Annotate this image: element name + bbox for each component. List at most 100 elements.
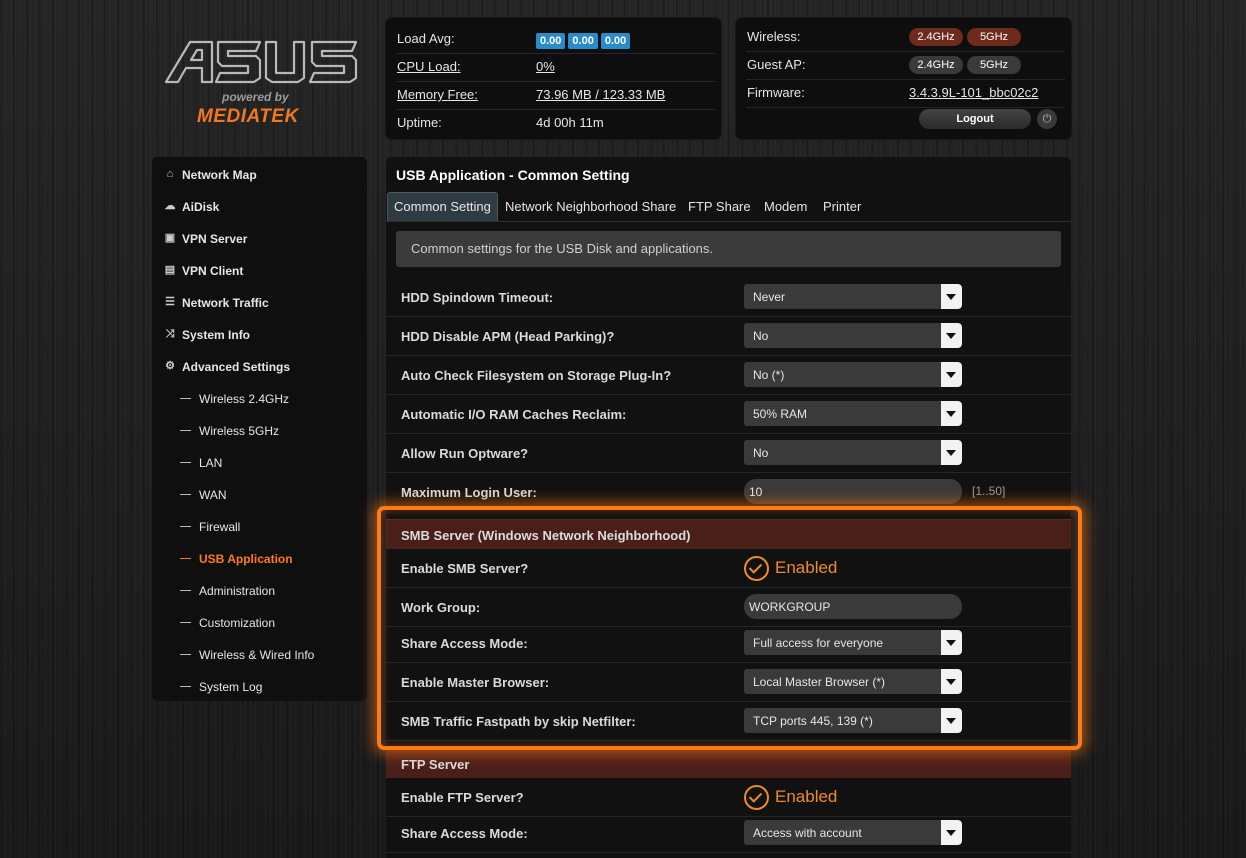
hdd-spindown-select[interactable]: Never bbox=[744, 284, 962, 309]
tab-printer[interactable]: Printer bbox=[817, 194, 867, 220]
sidebar-subitem-usb-application[interactable]: USB Application bbox=[152, 543, 367, 573]
smb-fastpath-label: SMB Traffic Fastpath by skip Netfilter: bbox=[401, 714, 636, 729]
sidebar-item-vpn-server[interactable]: ▣ VPN Server bbox=[152, 223, 367, 253]
max-login-label: Maximum Login User: bbox=[401, 485, 537, 500]
hdd-spindown-label: HDD Spindown Timeout: bbox=[401, 290, 554, 305]
auto-check-fs-label: Auto Check Filesystem on Storage Plug-In… bbox=[401, 368, 672, 383]
ftp-access-value: Access with account bbox=[753, 826, 862, 840]
sidebar-item-vpn-client[interactable]: ▤ VPN Client bbox=[152, 255, 367, 285]
sidebar-subitem-customization[interactable]: Customization bbox=[152, 607, 367, 637]
load-avg-values: 0.00 0.00 0.00 bbox=[536, 32, 633, 49]
smb-master-browser-value: Local Master Browser (*) bbox=[753, 675, 886, 689]
page-description: Common settings for the USB Disk and app… bbox=[396, 231, 1061, 267]
guest-5ghz-toggle[interactable]: 5GHz bbox=[967, 56, 1021, 74]
sidebar-subitem-firewall[interactable]: Firewall bbox=[152, 511, 367, 541]
asus-logo: powered by MEDIATEK bbox=[160, 38, 365, 134]
chevron-down-icon bbox=[941, 669, 962, 694]
tab-modem[interactable]: Modem bbox=[758, 194, 813, 220]
sidebar-subitem-wireless-wired-info[interactable]: Wireless & Wired Info bbox=[152, 639, 367, 669]
sidebar-subitem-wireless-5ghz[interactable]: Wireless 5GHz bbox=[152, 415, 367, 445]
smb-fastpath-select[interactable]: TCP ports 445, 139 (*) bbox=[744, 708, 962, 733]
sidebar-subitem-label: Firewall bbox=[199, 520, 241, 534]
sidebar-item-network-traffic[interactable]: ☰ Network Traffic bbox=[152, 287, 367, 317]
io-cache-label: Automatic I/O RAM Caches Reclaim: bbox=[401, 407, 627, 422]
traffic-icon: ☰ bbox=[165, 296, 175, 308]
firmware-value[interactable]: 3.4.3.9L-101_bbc02c2 bbox=[909, 85, 1038, 100]
wireless-label: Wireless: bbox=[747, 29, 801, 44]
hdd-apm-row: HDD Disable APM (Head Parking)? No bbox=[386, 317, 1071, 356]
sidebar-subitem-system-log[interactable]: System Log bbox=[152, 671, 367, 701]
powered-by-text: powered by bbox=[222, 90, 289, 104]
dash-icon bbox=[180, 494, 191, 495]
shuffle-icon: ⤨ bbox=[165, 328, 175, 340]
sidebar-subitem-label: Wireless 2.4GHz bbox=[199, 392, 290, 406]
sidebar-subitem-lan[interactable]: LAN bbox=[152, 447, 367, 477]
ftp-access-label: Share Access Mode: bbox=[401, 826, 528, 841]
hdd-spindown-row: HDD Spindown Timeout: Never bbox=[386, 278, 1071, 317]
sidebar-item-aidisk[interactable]: ☁ AiDisk bbox=[152, 191, 367, 221]
wireless-24ghz-toggle[interactable]: 2.4GHz bbox=[909, 28, 963, 46]
wireless-5ghz-toggle[interactable]: 5GHz bbox=[967, 28, 1021, 46]
chevron-down-icon bbox=[941, 401, 962, 426]
ftp-access-select[interactable]: Access with account bbox=[744, 820, 962, 845]
cpu-load-link[interactable]: CPU Load: bbox=[397, 59, 461, 74]
sidebar-item-advanced-settings[interactable]: ⚙ Advanced Settings bbox=[152, 351, 367, 381]
memory-row: Memory Free: 73.96 MB / 123.33 MB bbox=[396, 81, 715, 110]
wireless-bands: 2.4GHz 5GHz bbox=[909, 28, 1025, 46]
sidebar-subitem-label: Customization bbox=[199, 616, 276, 630]
smb-master-browser-row: Enable Master Browser: Local Master Brow… bbox=[386, 663, 1071, 702]
cpu-load-value[interactable]: 0% bbox=[536, 59, 555, 74]
uptime-row: Uptime: 4d 00h 11m bbox=[396, 109, 715, 137]
ftp-section-title: FTP Server bbox=[401, 757, 470, 772]
smb-workgroup-input[interactable] bbox=[744, 594, 962, 619]
sidebar-item-label: VPN Server bbox=[182, 232, 248, 246]
memory-free-value[interactable]: 73.96 MB / 123.33 MB bbox=[536, 87, 665, 102]
dash-icon bbox=[180, 526, 191, 527]
sidebar-subitem-label: Wireless 5GHz bbox=[199, 424, 280, 438]
tab-common-setting[interactable]: Common Setting bbox=[387, 192, 498, 221]
hdd-apm-label: HDD Disable APM (Head Parking)? bbox=[401, 329, 615, 344]
io-cache-select[interactable]: 50% RAM bbox=[744, 401, 962, 426]
smb-access-label: Share Access Mode: bbox=[401, 636, 528, 651]
auto-check-fs-select[interactable]: No (*) bbox=[744, 362, 962, 387]
ftp-enable-row: Enable FTP Server? Enabled bbox=[386, 778, 1071, 817]
sidebar-item-network-map[interactable]: ⌂ Network Map bbox=[152, 159, 367, 189]
sidebar-subitem-label: Administration bbox=[199, 584, 276, 598]
sidebar-item-label: Network Map bbox=[182, 168, 257, 182]
load-avg-15: 0.00 bbox=[600, 33, 631, 49]
optware-value: No bbox=[753, 446, 769, 460]
smb-master-browser-select[interactable]: Local Master Browser (*) bbox=[744, 669, 962, 694]
smb-access-select[interactable]: Full access for everyone bbox=[744, 630, 962, 655]
optware-select[interactable]: No bbox=[744, 440, 962, 465]
auto-check-fs-row: Auto Check Filesystem on Storage Plug-In… bbox=[386, 356, 1071, 395]
asus-wordmark-icon bbox=[164, 40, 358, 84]
check-circle-icon bbox=[744, 556, 769, 581]
hdd-apm-select[interactable]: No bbox=[744, 323, 962, 348]
dash-icon bbox=[180, 398, 191, 399]
sidebar-subitem-wireless-24ghz[interactable]: Wireless 2.4GHz bbox=[152, 383, 367, 413]
chevron-down-icon bbox=[941, 820, 962, 845]
dash-icon bbox=[180, 654, 191, 655]
chevron-down-icon bbox=[941, 440, 962, 465]
dash-icon bbox=[180, 430, 191, 431]
sidebar-subitem-administration[interactable]: Administration bbox=[152, 575, 367, 605]
wireless-row: Wireless: 2.4GHz 5GHz bbox=[746, 23, 1065, 52]
firmware-label: Firmware: bbox=[747, 85, 805, 100]
smb-access-row: Share Access Mode: Full access for every… bbox=[386, 624, 1071, 663]
tab-network-neighborhood-share[interactable]: Network Neighborhood Share bbox=[499, 194, 682, 220]
smb-fastpath-row: SMB Traffic Fastpath by skip Netfilter: … bbox=[386, 702, 1071, 741]
max-login-input[interactable] bbox=[744, 479, 962, 504]
ftp-access-row: Share Access Mode: Access with account bbox=[386, 814, 1071, 853]
sidebar-subitem-wan[interactable]: WAN bbox=[152, 479, 367, 509]
sidebar-item-system-info[interactable]: ⤨ System Info bbox=[152, 319, 367, 349]
memory-free-link[interactable]: Memory Free: bbox=[397, 87, 478, 102]
tab-bar: Common Setting Network Neighborhood Shar… bbox=[386, 190, 1071, 222]
max-login-row: Maximum Login User: [1..50] bbox=[386, 473, 1071, 511]
guest-24ghz-toggle[interactable]: 2.4GHz bbox=[909, 56, 963, 74]
check-circle-icon bbox=[744, 785, 769, 810]
logout-button[interactable]: Logout bbox=[919, 109, 1031, 129]
sidebar-item-label: System Info bbox=[182, 328, 251, 342]
smb-access-value: Full access for everyone bbox=[753, 636, 884, 650]
reboot-power-icon[interactable]: ⏻ bbox=[1037, 109, 1057, 129]
tab-ftp-share[interactable]: FTP Share bbox=[682, 194, 757, 220]
